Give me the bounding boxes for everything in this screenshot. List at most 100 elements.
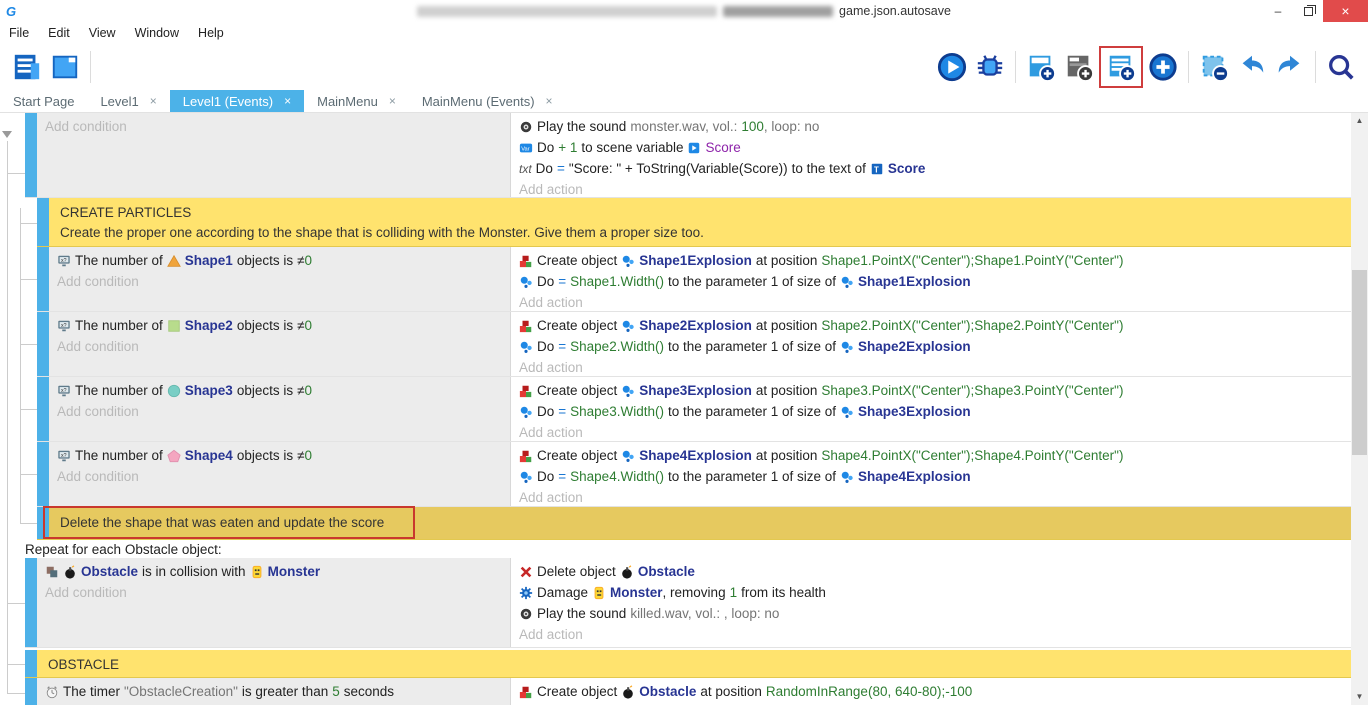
minimize-button[interactable]: – <box>1263 0 1293 22</box>
add-comment-button[interactable] <box>1105 51 1137 83</box>
project-manager-button[interactable] <box>11 51 43 83</box>
add-action-link[interactable]: Add action <box>519 182 583 197</box>
comment-obstacle[interactable]: OBSTACLE <box>25 650 1351 678</box>
foreach-header[interactable]: Repeat for each Obstacle object: <box>25 540 1351 558</box>
action-scene-variable[interactable]: Do+ 1to scene variable Score <box>519 137 1343 158</box>
tab-level1[interactable]: Level1× <box>87 90 169 112</box>
add-condition-link[interactable]: Add condition <box>57 404 139 419</box>
action-size-shape4explosion[interactable]: Do=Shape4.Width()to the parameter 1 of s… <box>519 466 1343 487</box>
add-action-link[interactable]: Add action <box>519 425 583 440</box>
condition-shape2-count[interactable]: The number of Shape2objects is≠0 <box>57 315 502 336</box>
toolbar <box>0 44 1368 90</box>
obstacle-bomb-icon <box>620 565 634 579</box>
action-play-killed-sound[interactable]: Play the soundkilled.wav, vol.: , loop: … <box>519 603 1343 624</box>
menu-help[interactable]: Help <box>198 26 224 40</box>
tab-close-icon[interactable]: × <box>389 94 396 108</box>
maximize-button[interactable] <box>1293 0 1323 22</box>
action-size-shape1explosion[interactable]: Do=Shape1.Width()to the parameter 1 of s… <box>519 271 1343 292</box>
action-size-shape3explosion[interactable]: Do=Shape3.Width()to the parameter 1 of s… <box>519 401 1343 422</box>
add-action-link[interactable]: Add action <box>519 295 583 310</box>
comment-title: CREATE PARTICLES <box>60 202 1340 222</box>
event-obstacle-collision[interactable]: Obstacleis in collision with Monster Add… <box>25 558 1351 648</box>
play-button[interactable] <box>936 51 968 83</box>
add-action-link[interactable]: Add action <box>519 490 583 505</box>
event-shape3[interactable]: The number of Shape3objects is≠0 Add con… <box>37 377 1351 442</box>
action-set-text[interactable]: txt Do="Score: " + ToString(Variable(Sco… <box>519 158 1343 179</box>
event-shape1[interactable]: The number of Shape1objects is≠0 Add con… <box>37 247 1351 312</box>
create-object-icon <box>519 685 533 699</box>
menu-window[interactable]: Window <box>135 26 179 40</box>
comment-create-particles[interactable]: CREATE PARTICLES Create the proper one a… <box>37 198 1351 247</box>
condition-timer[interactable]: The timer"ObstacleCreation"is greater th… <box>45 681 502 702</box>
delete-event-button[interactable] <box>1198 51 1230 83</box>
add-condition-link[interactable]: Add condition <box>57 339 139 354</box>
tree-line <box>7 141 8 693</box>
event-shape2[interactable]: The number of Shape2objects is≠0 Add con… <box>37 312 1351 377</box>
start-page-button[interactable] <box>49 51 81 83</box>
particle-emitter-icon <box>519 275 533 289</box>
add-condition-link[interactable]: Add condition <box>57 469 139 484</box>
event-bar <box>25 650 37 677</box>
event-expander-icon[interactable] <box>2 131 12 138</box>
condition-shape3-count[interactable]: The number of Shape3objects is≠0 <box>57 380 502 401</box>
tab-start-page[interactable]: Start Page <box>0 90 87 112</box>
condition-shape1-count[interactable]: The number of Shape1objects is≠0 <box>57 250 502 271</box>
add-action-link[interactable]: Add action <box>519 360 583 375</box>
action-delete-obstacle[interactable]: Delete object Obstacle <box>519 561 1343 582</box>
create-object-icon <box>519 254 533 268</box>
tab-mainmenu-events[interactable]: MainMenu (Events)× <box>409 90 566 112</box>
variable-icon <box>519 141 533 155</box>
action-play-sound[interactable]: Play the soundmonster.wav, vol.:100, loo… <box>519 116 1343 137</box>
scrollbar-up-icon[interactable]: ▲ <box>1351 113 1368 129</box>
add-action-link[interactable]: Add action <box>519 627 583 642</box>
undo-button[interactable] <box>1236 51 1268 83</box>
comment-delete-shape[interactable]: Delete the shape that was eaten and upda… <box>37 507 1351 540</box>
tab-close-icon[interactable]: × <box>546 94 553 108</box>
action-size-shape2explosion[interactable]: Do=Shape2.Width()to the parameter 1 of s… <box>519 336 1343 357</box>
menu-edit[interactable]: Edit <box>48 26 70 40</box>
obstacle-bomb-icon <box>63 565 77 579</box>
add-plus-button[interactable] <box>1147 51 1179 83</box>
tab-close-icon[interactable]: × <box>284 94 291 108</box>
event-bar <box>25 113 37 197</box>
scrollbar-down-icon[interactable]: ▼ <box>1351 689 1368 705</box>
add-subevent-button[interactable] <box>1063 51 1095 83</box>
add-condition-link[interactable]: Add condition <box>57 274 139 289</box>
action-create-shape4explosion[interactable]: Create object Shape4Explosionat position… <box>519 445 1343 466</box>
action-create-shape1explosion[interactable]: Create object Shape1Explosionat position… <box>519 250 1343 271</box>
search-button[interactable] <box>1325 51 1357 83</box>
action-create-obstacle[interactable]: Create object Obstacleat positionRandomI… <box>519 681 1343 702</box>
menu-view[interactable]: View <box>89 26 116 40</box>
vertical-scrollbar[interactable]: ▲ ▼ <box>1351 113 1368 705</box>
tab-close-icon[interactable]: × <box>150 94 157 108</box>
tab-level1-events[interactable]: Level1 (Events)× <box>170 90 304 112</box>
close-button[interactable]: × <box>1323 0 1368 22</box>
comment-body: Delete the shape that was eaten and upda… <box>60 511 1340 534</box>
tree-line <box>20 409 37 410</box>
debug-button[interactable] <box>974 51 1006 83</box>
add-condition-link[interactable]: Add condition <box>45 585 127 600</box>
event-obstacle-timer[interactable]: The timer"ObstacleCreation"is greater th… <box>25 678 1351 705</box>
add-event-button[interactable] <box>1025 51 1057 83</box>
event-bar <box>37 507 49 539</box>
sound-icon <box>519 607 533 621</box>
action-damage-monster[interactable]: Damage Monster, removing1from its health <box>519 582 1343 603</box>
event-monster-eats[interactable]: Add condition Play the soundmonster.wav,… <box>25 113 1351 198</box>
add-condition-link[interactable]: Add condition <box>45 119 127 134</box>
action-create-shape3explosion[interactable]: Create object Shape3Explosionat position… <box>519 380 1343 401</box>
tab-mainmenu[interactable]: MainMenu× <box>304 90 409 112</box>
event-shape4[interactable]: The number of Shape4objects is≠0 Add con… <box>37 442 1351 507</box>
action-create-shape2explosion[interactable]: Create object Shape2Explosionat position… <box>519 315 1343 336</box>
object-count-icon <box>57 254 71 268</box>
condition-collision[interactable]: Obstacleis in collision with Monster <box>45 561 502 582</box>
particle-emitter-icon <box>519 340 533 354</box>
menu-file[interactable]: File <box>9 26 29 40</box>
redo-button[interactable] <box>1274 51 1306 83</box>
obstacle-bomb-icon <box>621 685 635 699</box>
condition-shape4-count[interactable]: The number of Shape4objects is≠0 <box>57 445 502 466</box>
create-object-icon <box>519 319 533 333</box>
particle-emitter-icon <box>840 405 854 419</box>
object-count-icon <box>57 449 71 463</box>
scrollbar-thumb[interactable] <box>1352 270 1367 455</box>
tree-line <box>7 173 25 174</box>
